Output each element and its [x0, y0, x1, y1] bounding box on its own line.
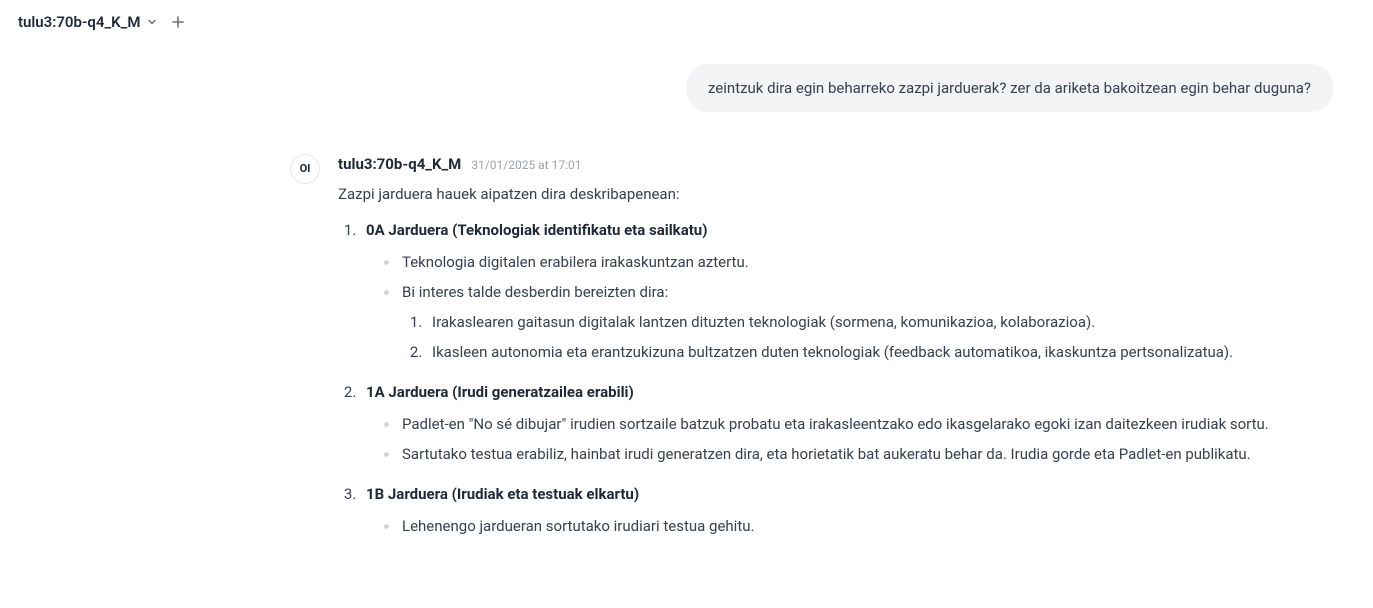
avatar-text: OI — [300, 160, 311, 178]
bullet-list: Teknologia digitalen erabilera irakaskun… — [366, 250, 1343, 364]
new-chat-button[interactable] — [168, 12, 188, 32]
list-item: Bi interes talde desberdin bereizten dir… — [382, 280, 1343, 364]
assistant-content: tulu3:70b-q4_K_M 31/01/2025 at 17:01 Zaz… — [338, 152, 1343, 554]
assistant-timestamp: 31/01/2025 at 17:01 — [471, 156, 581, 175]
user-message-row: zeintzuk dira egin beharreko zazpi jardu… — [30, 64, 1343, 112]
list-item: 0A Jarduera (Teknologiak identifikatu et… — [360, 218, 1343, 364]
model-name-label: tulu3:70b-q4_K_M — [18, 10, 140, 34]
nested-list: Irakaslearen gaitasun digitalak lantzen … — [402, 310, 1343, 364]
model-selector[interactable]: tulu3:70b-q4_K_M — [18, 10, 158, 34]
header-bar: tulu3:70b-q4_K_M — [0, 0, 1373, 44]
assistant-message-row: OI tulu3:70b-q4_K_M 31/01/2025 at 17:01 … — [30, 152, 1343, 554]
list-item: Padlet-en "No sé dibujar" irudien sortza… — [382, 412, 1343, 436]
user-message-bubble: zeintzuk dira egin beharreko zazpi jardu… — [686, 64, 1333, 112]
user-message-text: zeintzuk dira egin beharreko zazpi jardu… — [708, 79, 1311, 97]
list-item: Ikasleen autonomia eta erantzukizuna bul… — [426, 340, 1343, 364]
list-item: 1A Jarduera (Irudi generatzailea erabili… — [360, 380, 1343, 466]
chevron-down-icon — [146, 16, 158, 28]
bullet-list: Lehenengo jardueran sortutako irudiari t… — [366, 514, 1343, 538]
assistant-intro: Zazpi jarduera hauek aipatzen dira deskr… — [338, 182, 1343, 206]
avatar: OI — [290, 154, 320, 184]
activity-title: 1A Jarduera (Irudi generatzailea erabili… — [366, 383, 634, 401]
list-item: Lehenengo jardueran sortutako irudiari t… — [382, 514, 1343, 538]
list-item: Sartutako testua erabiliz, hainbat irudi… — [382, 442, 1343, 466]
assistant-header: tulu3:70b-q4_K_M 31/01/2025 at 17:01 — [338, 152, 1343, 176]
chat-container: zeintzuk dira egin beharreko zazpi jardu… — [0, 44, 1373, 574]
activity-title: 1B Jarduera (Irudiak eta testuak elkartu… — [366, 485, 639, 503]
activity-title: 0A Jarduera (Teknologiak identifikatu et… — [366, 221, 707, 239]
bullet-text: Bi interes talde desberdin bereizten dir… — [402, 283, 668, 301]
assistant-name-label: tulu3:70b-q4_K_M — [338, 152, 461, 176]
activity-list: 0A Jarduera (Teknologiak identifikatu et… — [338, 218, 1343, 538]
list-item: Teknologia digitalen erabilera irakaskun… — [382, 250, 1343, 274]
list-item: 1B Jarduera (Irudiak eta testuak elkartu… — [360, 482, 1343, 538]
bullet-list: Padlet-en "No sé dibujar" irudien sortza… — [366, 412, 1343, 466]
list-item: Irakaslearen gaitasun digitalak lantzen … — [426, 310, 1343, 334]
